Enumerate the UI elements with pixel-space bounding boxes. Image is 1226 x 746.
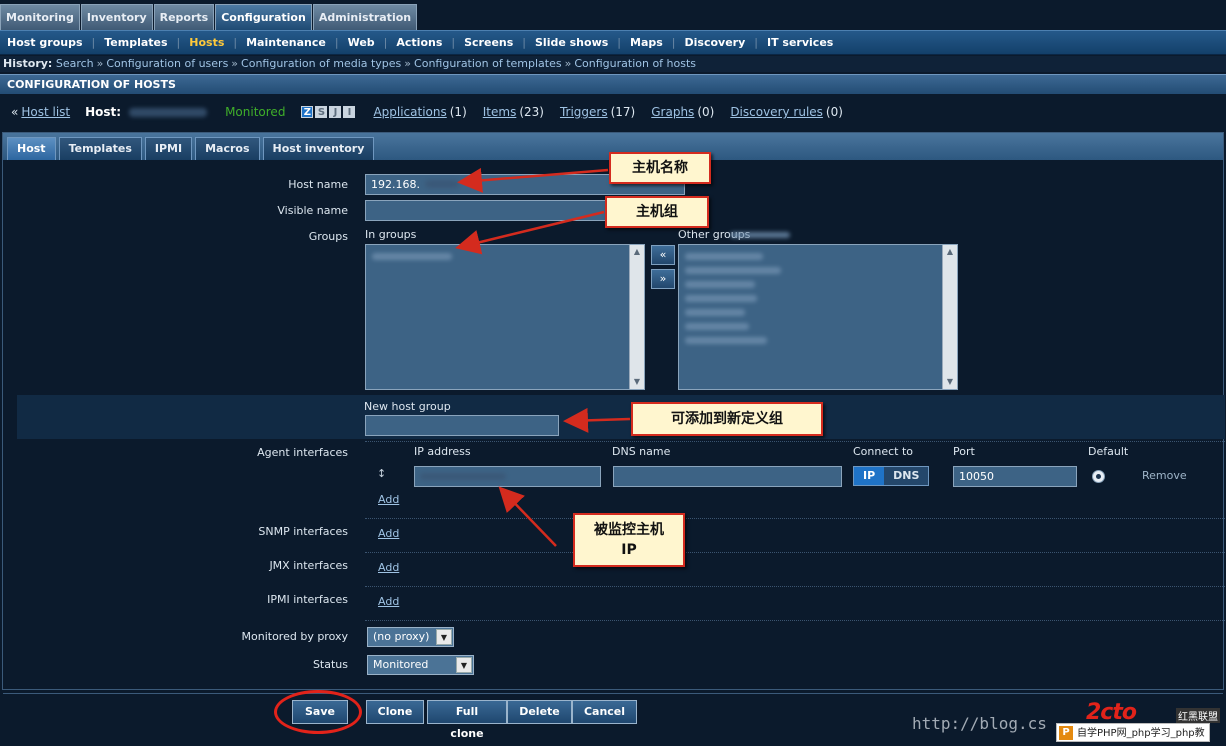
- callout-monitored-ip: 被监控主机IP: [573, 513, 685, 567]
- php-logo-icon: P: [1059, 726, 1073, 740]
- arrow-monitored-ip: [498, 486, 557, 547]
- watermark-badge-text: 自学PHP网_php学习_php教: [1077, 728, 1205, 739]
- annotation-arrows: [455, 167, 631, 547]
- callout-host-group: 主机组: [605, 196, 709, 228]
- watermark-logo: 2cto: [1086, 700, 1137, 725]
- watermark-badge: P 自学PHP网_php学习_php教: [1056, 723, 1210, 742]
- arrow-host-name: [457, 167, 609, 193]
- arrow-new-group: [563, 407, 631, 433]
- watermark-logo-sub: 红黑联盟: [1176, 708, 1220, 723]
- watermark-url: http://blog.cs: [912, 714, 1047, 733]
- callout-host-name: 主机名称: [609, 152, 711, 184]
- callout-new-group: 可添加到新定义组: [631, 402, 823, 436]
- arrow-host-group: [455, 210, 605, 255]
